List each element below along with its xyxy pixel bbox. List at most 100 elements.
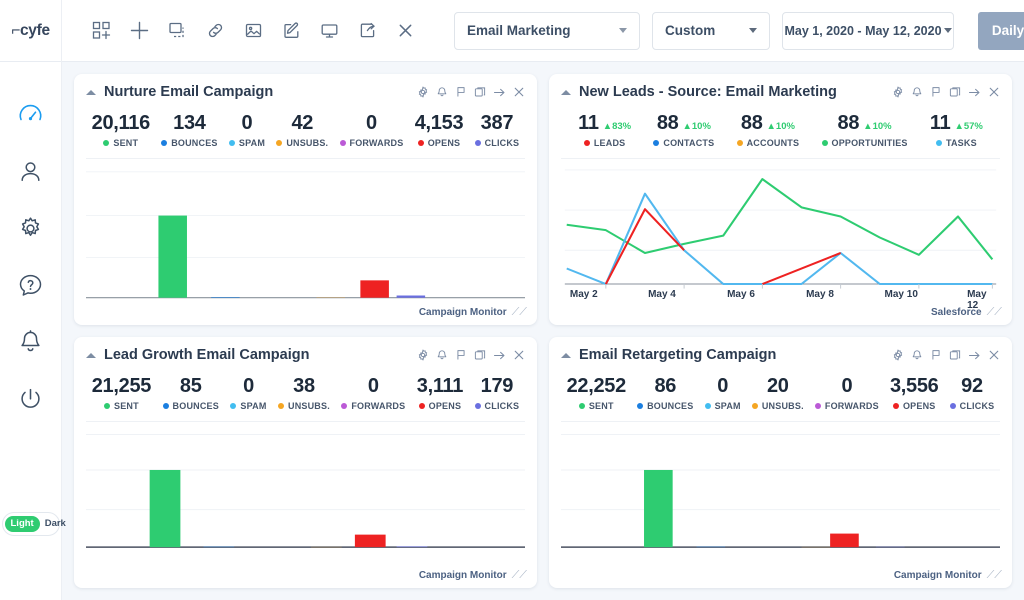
app-body: Light Dark Nurture Email Campaign 20,116… xyxy=(0,62,1024,600)
close-icon[interactable] xyxy=(988,349,1000,361)
arrow-right-icon[interactable] xyxy=(968,349,981,362)
brand-logo[interactable]: ⌐cyfe xyxy=(0,0,62,62)
metric-forwards: 0 FORWARDS xyxy=(814,375,879,411)
widget-lead-growth-email-campaign: Lead Growth Email Campaign 21,255 SENT 85… xyxy=(74,337,537,588)
bell-icon[interactable] xyxy=(436,349,448,361)
widget-title: Nurture Email Campaign xyxy=(104,84,274,100)
metric-delta: ▲10% xyxy=(863,121,892,132)
metric-value: 134 xyxy=(173,112,206,134)
bar-clicks xyxy=(396,295,426,298)
bell-icon[interactable] xyxy=(436,86,448,98)
metric-color-dot xyxy=(935,140,942,146)
flag-icon[interactable] xyxy=(455,349,467,361)
metric-forwards: 0 FORWARDS xyxy=(341,375,405,411)
image-icon[interactable] xyxy=(234,12,272,50)
gear-icon[interactable] xyxy=(892,349,904,361)
close-icon[interactable] xyxy=(513,86,525,98)
metric-unsubs: 42 UNSUBS. xyxy=(276,112,328,148)
metric-clicks: 92 CLICKS xyxy=(949,375,995,411)
gear-icon[interactable] xyxy=(417,86,429,98)
duplicate-icon[interactable] xyxy=(949,349,961,361)
arrow-right-icon[interactable] xyxy=(493,86,506,99)
sidebar-item-help[interactable] xyxy=(9,263,53,307)
close-icon[interactable] xyxy=(513,349,525,361)
metric-label: BOUNCES xyxy=(172,401,219,411)
theme-toggle[interactable]: Light Dark xyxy=(1,512,66,536)
collapse-icon[interactable] xyxy=(86,89,96,95)
theme-light-option[interactable]: Light xyxy=(4,516,40,532)
duplicate-icon[interactable] xyxy=(474,349,486,361)
left-sidebar: Light Dark xyxy=(0,62,66,600)
sidebar-item-alerts[interactable] xyxy=(9,320,53,364)
interval-daily-button[interactable]: Daily xyxy=(978,11,1024,50)
export-icon[interactable] xyxy=(348,12,386,50)
metric-value: 0 xyxy=(841,375,853,397)
metric-opens: 4,153 OPENS xyxy=(415,112,464,148)
bar-sent xyxy=(644,469,673,548)
x-tick-label: May 6 xyxy=(727,289,755,300)
metric-sent: 22,252 SENT xyxy=(567,375,627,411)
theme-dark-option[interactable]: Dark xyxy=(40,516,71,532)
duplicate-icon[interactable] xyxy=(474,86,486,98)
arrow-right-icon[interactable] xyxy=(493,349,506,362)
range-select[interactable]: Custom xyxy=(652,11,770,50)
widget-actions xyxy=(417,349,525,362)
flag-icon[interactable] xyxy=(455,86,467,98)
metric-label: OPPORTUNITIES xyxy=(831,138,908,148)
metric-label: CLICKS xyxy=(484,138,520,148)
dashboard-select[interactable]: Email Marketing xyxy=(454,11,640,50)
metric-label: BOUNCES xyxy=(647,401,694,411)
collapse-icon[interactable] xyxy=(561,89,571,95)
sidebar-item-logout[interactable] xyxy=(9,377,53,421)
metric-value: 387 xyxy=(480,112,514,134)
widget-metrics: 22,252 SENT 86 BOUNCES 0 SPAM 20 UNSUBS. 0 FO… xyxy=(549,369,1012,421)
monitor-icon[interactable] xyxy=(310,12,348,50)
close-icon[interactable] xyxy=(988,86,1000,98)
x-tick-label: May 8 xyxy=(806,289,834,300)
duplicate-icon[interactable] xyxy=(949,86,961,98)
bar-clicks xyxy=(396,546,428,548)
x-tick-label: May 2 xyxy=(569,289,598,300)
widget-footer: Salesforce ⟋⟋ xyxy=(549,305,1012,325)
metric-label: CLICKS xyxy=(959,401,995,411)
date-range-picker[interactable]: May 1, 2020 - May 12, 2020 xyxy=(782,11,954,50)
resize-handle-icon[interactable]: ⟋⟋ xyxy=(512,570,527,581)
sidebar-item-dashboard[interactable] xyxy=(9,92,53,136)
arrow-right-icon[interactable] xyxy=(968,86,981,99)
resize-handle-icon[interactable]: ⟋⟋ xyxy=(512,307,527,318)
metric-color-dot xyxy=(228,140,235,146)
metric-spam: 0 SPAM xyxy=(230,375,266,411)
duplicate-dashed-icon[interactable] xyxy=(158,12,196,50)
bell-icon[interactable] xyxy=(911,349,923,361)
metric-color-dot xyxy=(637,403,644,409)
metric-color-dot xyxy=(751,403,758,409)
widget-header: Email Retargeting Campaign xyxy=(549,337,1012,369)
range-select-value: Custom xyxy=(665,23,716,38)
edit-icon[interactable] xyxy=(272,12,310,50)
metric-bounces: 85 BOUNCES xyxy=(162,375,219,411)
plus-icon[interactable] xyxy=(120,12,158,50)
collapse-icon[interactable] xyxy=(86,352,96,358)
bell-icon[interactable] xyxy=(911,86,923,98)
add-widget-icon[interactable] xyxy=(82,12,120,50)
metric-color-dot xyxy=(474,140,481,146)
gear-icon[interactable] xyxy=(892,86,904,98)
sidebar-item-account[interactable] xyxy=(9,149,53,193)
collapse-icon[interactable] xyxy=(561,352,571,358)
widget-metrics: 11 ▲83% LEADS 88 ▲10% CONTACTS 88 ▲10% ACCOUNT… xyxy=(549,106,1012,158)
close-icon[interactable] xyxy=(386,12,424,50)
metric-value: 85 xyxy=(179,375,202,397)
chevron-down-icon xyxy=(943,28,952,33)
resize-handle-icon[interactable]: ⟋⟋ xyxy=(987,570,1002,581)
widget-actions xyxy=(892,86,1000,99)
flag-icon[interactable] xyxy=(930,86,942,98)
gear-icon[interactable] xyxy=(417,349,429,361)
bar-chart-lead-growth xyxy=(86,422,525,568)
metric-color-dot xyxy=(161,140,168,146)
flag-icon[interactable] xyxy=(930,349,942,361)
bar-chart-nurture xyxy=(86,159,525,305)
sidebar-item-settings[interactable] xyxy=(9,206,53,250)
link-icon[interactable] xyxy=(196,12,234,50)
metric-forwards: 0 FORWARDS xyxy=(339,112,404,148)
metric-delta: ▲10% xyxy=(682,121,711,132)
